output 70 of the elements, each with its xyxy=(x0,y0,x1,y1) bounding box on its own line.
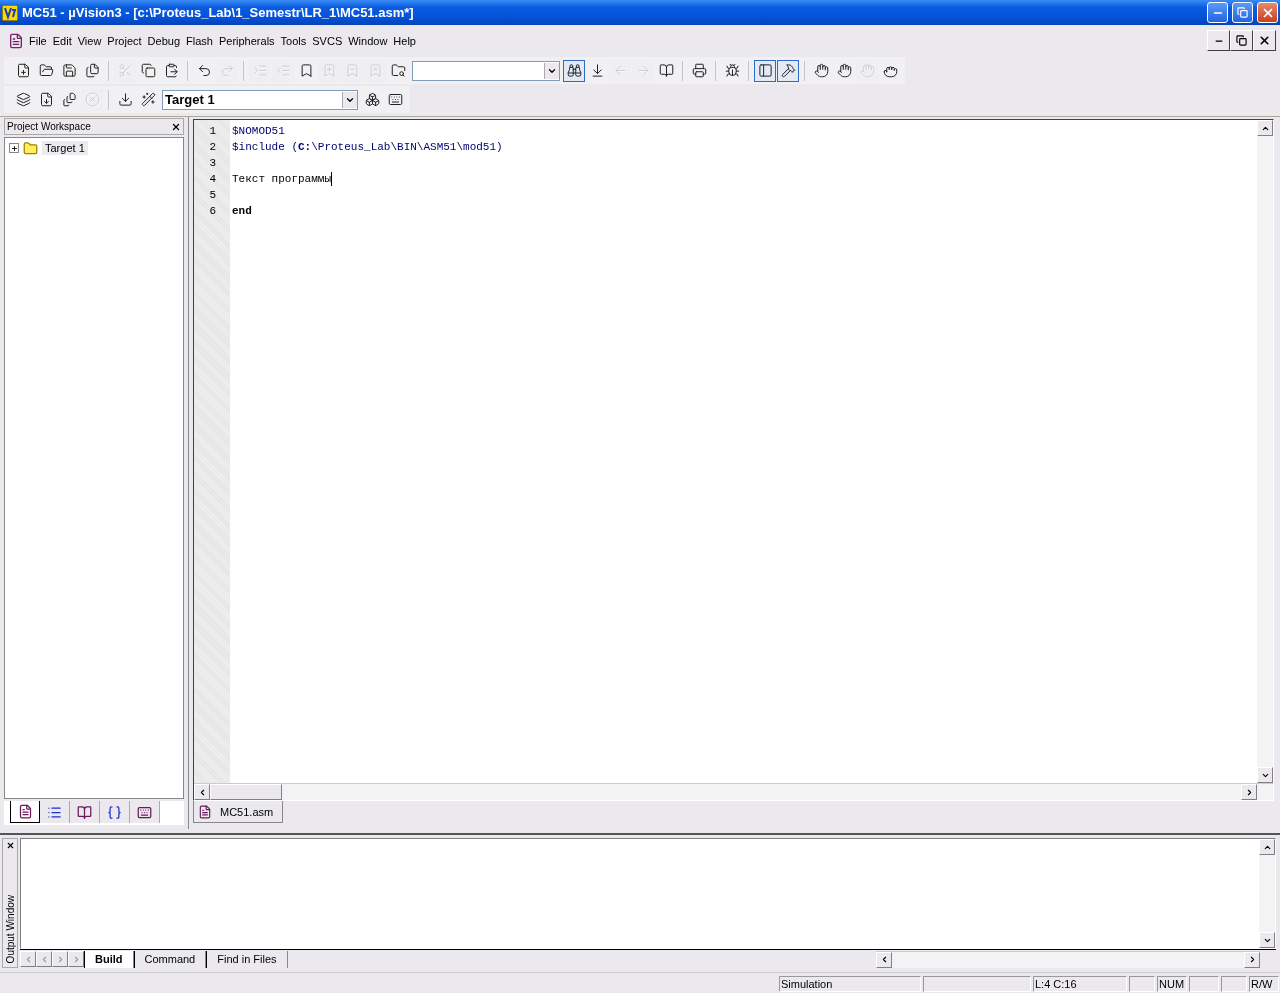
menu-item[interactable]: Help xyxy=(390,32,419,49)
close-icon[interactable] xyxy=(5,841,15,850)
status-num: NUM xyxy=(1157,976,1187,992)
output-tab[interactable]: Command xyxy=(133,950,207,968)
plus-icon xyxy=(10,144,18,152)
code-line: end xyxy=(232,204,252,219)
code-line: $NOMOD51 xyxy=(232,124,285,139)
menu-item[interactable]: SVCS xyxy=(309,32,346,49)
status-access: R/W xyxy=(1249,976,1279,992)
document-icon xyxy=(8,32,24,49)
app-icon xyxy=(2,4,18,21)
status-position: L:4 C:16 xyxy=(1033,976,1127,992)
minimize-button[interactable] xyxy=(1207,30,1230,51)
status-panel xyxy=(1189,976,1219,992)
menu-item[interactable]: Window xyxy=(345,32,391,49)
braces-icon xyxy=(107,804,122,820)
restore-icon xyxy=(1237,7,1248,18)
status-panel xyxy=(1129,976,1155,992)
keyboard-icon xyxy=(137,804,152,820)
menu-item[interactable]: Tools xyxy=(277,32,310,49)
menu-item[interactable]: File xyxy=(26,32,50,49)
window-title: MC51 - µVision3 - [c:\Proteus_Lab\1_Semestr\LR_1\MC51.asm*] xyxy=(22,5,415,20)
line-number: 3 xyxy=(208,156,217,171)
scroll-thumb[interactable] xyxy=(210,784,282,800)
vertical-scrollbar[interactable] xyxy=(1257,120,1273,783)
pane-title: Project Workspace xyxy=(7,121,91,132)
minimize-button[interactable] xyxy=(1207,2,1228,23)
tree-item[interactable]: Target 1 xyxy=(42,141,88,155)
file-tab[interactable]: MC51.asm xyxy=(193,801,283,823)
horizontal-scrollbar[interactable] xyxy=(876,950,1260,968)
tab-scroll-button[interactable] xyxy=(52,951,68,967)
output-tab[interactable]: Build xyxy=(84,950,134,968)
status-mode: Simulation xyxy=(779,976,921,992)
file-icon xyxy=(17,804,33,819)
pane-title: Output Window xyxy=(4,894,16,963)
line-number: 4 xyxy=(208,172,217,187)
book-icon xyxy=(77,804,92,820)
close-icon[interactable] xyxy=(171,121,181,132)
line-number: 5 xyxy=(208,188,217,203)
vertical-scrollbar[interactable] xyxy=(1259,839,1275,948)
menu-item[interactable]: Debug xyxy=(144,32,184,49)
tab-scroll-button[interactable] xyxy=(68,951,84,967)
list-icon xyxy=(47,804,62,820)
file-icon xyxy=(198,804,212,819)
close-icon xyxy=(1258,34,1271,47)
menu-item[interactable]: Edit xyxy=(49,32,75,49)
code-line: $include (C:\Proteus_Lab\BIN\ASM51\mod51) xyxy=(232,140,503,155)
restore-icon xyxy=(1236,35,1247,46)
tab-scroll-button[interactable] xyxy=(20,951,36,967)
line-number: 6 xyxy=(208,204,217,219)
status-panel xyxy=(1221,976,1247,992)
menu-item[interactable]: Project xyxy=(104,32,145,49)
menu-item[interactable]: Peripherals xyxy=(215,32,278,49)
menu-item[interactable]: Flash xyxy=(183,32,216,49)
line-number: 2 xyxy=(208,140,217,155)
workspace-tab[interactable] xyxy=(10,801,40,823)
code-line: Текст программы xyxy=(232,172,332,187)
folder-icon xyxy=(23,140,38,156)
workspace-tab[interactable] xyxy=(70,801,100,823)
expand-toggle[interactable] xyxy=(9,143,19,153)
tab-scroll-button[interactable] xyxy=(36,951,52,967)
output-tab[interactable]: Find in Files xyxy=(206,950,288,968)
line-number: 1 xyxy=(208,124,217,139)
target-combo[interactable]: Target 1 xyxy=(162,89,358,110)
close-button[interactable] xyxy=(1253,30,1276,51)
code-editor[interactable]: 1 2 3 4 5 6 $NOMOD51 $include (C:\Proteus_Lab\BIN\ASM51\mod51) Текст программы end xyxy=(193,119,1274,801)
workspace-tab[interactable] xyxy=(130,801,160,823)
restore-button[interactable] xyxy=(1230,30,1253,51)
horizontal-scrollbar[interactable] xyxy=(194,783,1273,800)
menu-item[interactable]: View xyxy=(74,32,105,49)
